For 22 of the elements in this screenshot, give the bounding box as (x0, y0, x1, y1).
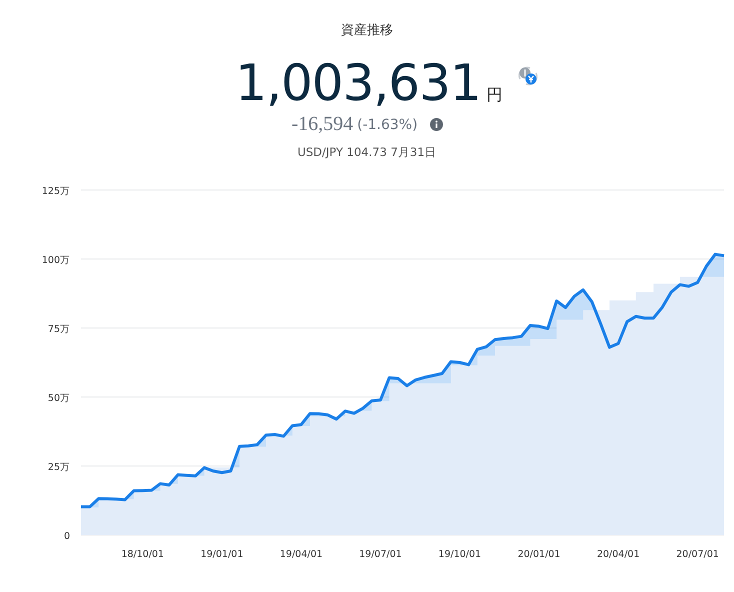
x-axis-label: 19/10/01 (438, 549, 482, 560)
change-percent: (-1.63%) (357, 116, 418, 132)
total-amount: 1,003,631 (235, 53, 481, 113)
x-axis-label: 20/01/01 (518, 549, 560, 560)
change-amount: -16,594 (291, 113, 354, 136)
y-axis-label: 0 (64, 531, 70, 542)
x-axis-label: 20/07/01 (676, 549, 719, 560)
currency-unit: 円 (486, 85, 503, 106)
y-axis-label: 100万 (42, 255, 70, 266)
y-axis-label: 125万 (42, 186, 70, 197)
exchange-rate: USD/JPY 104.73 7月31日 (297, 145, 437, 160)
x-axis-label: 19/07/01 (359, 549, 402, 560)
currency-swap-icon[interactable] (516, 65, 539, 87)
y-axis-label: 25万 (48, 462, 70, 473)
y-axis-label: 50万 (48, 393, 70, 404)
info-icon[interactable] (430, 118, 443, 131)
x-axis-label: 19/04/01 (280, 549, 323, 560)
x-axis-label: 18/10/01 (121, 549, 164, 560)
y-axis-label: 75万 (48, 324, 70, 335)
x-axis-label: 20/04/01 (596, 549, 640, 560)
x-axis-label: 19/01/01 (200, 549, 244, 560)
page-title: 資産推移 (341, 22, 393, 39)
